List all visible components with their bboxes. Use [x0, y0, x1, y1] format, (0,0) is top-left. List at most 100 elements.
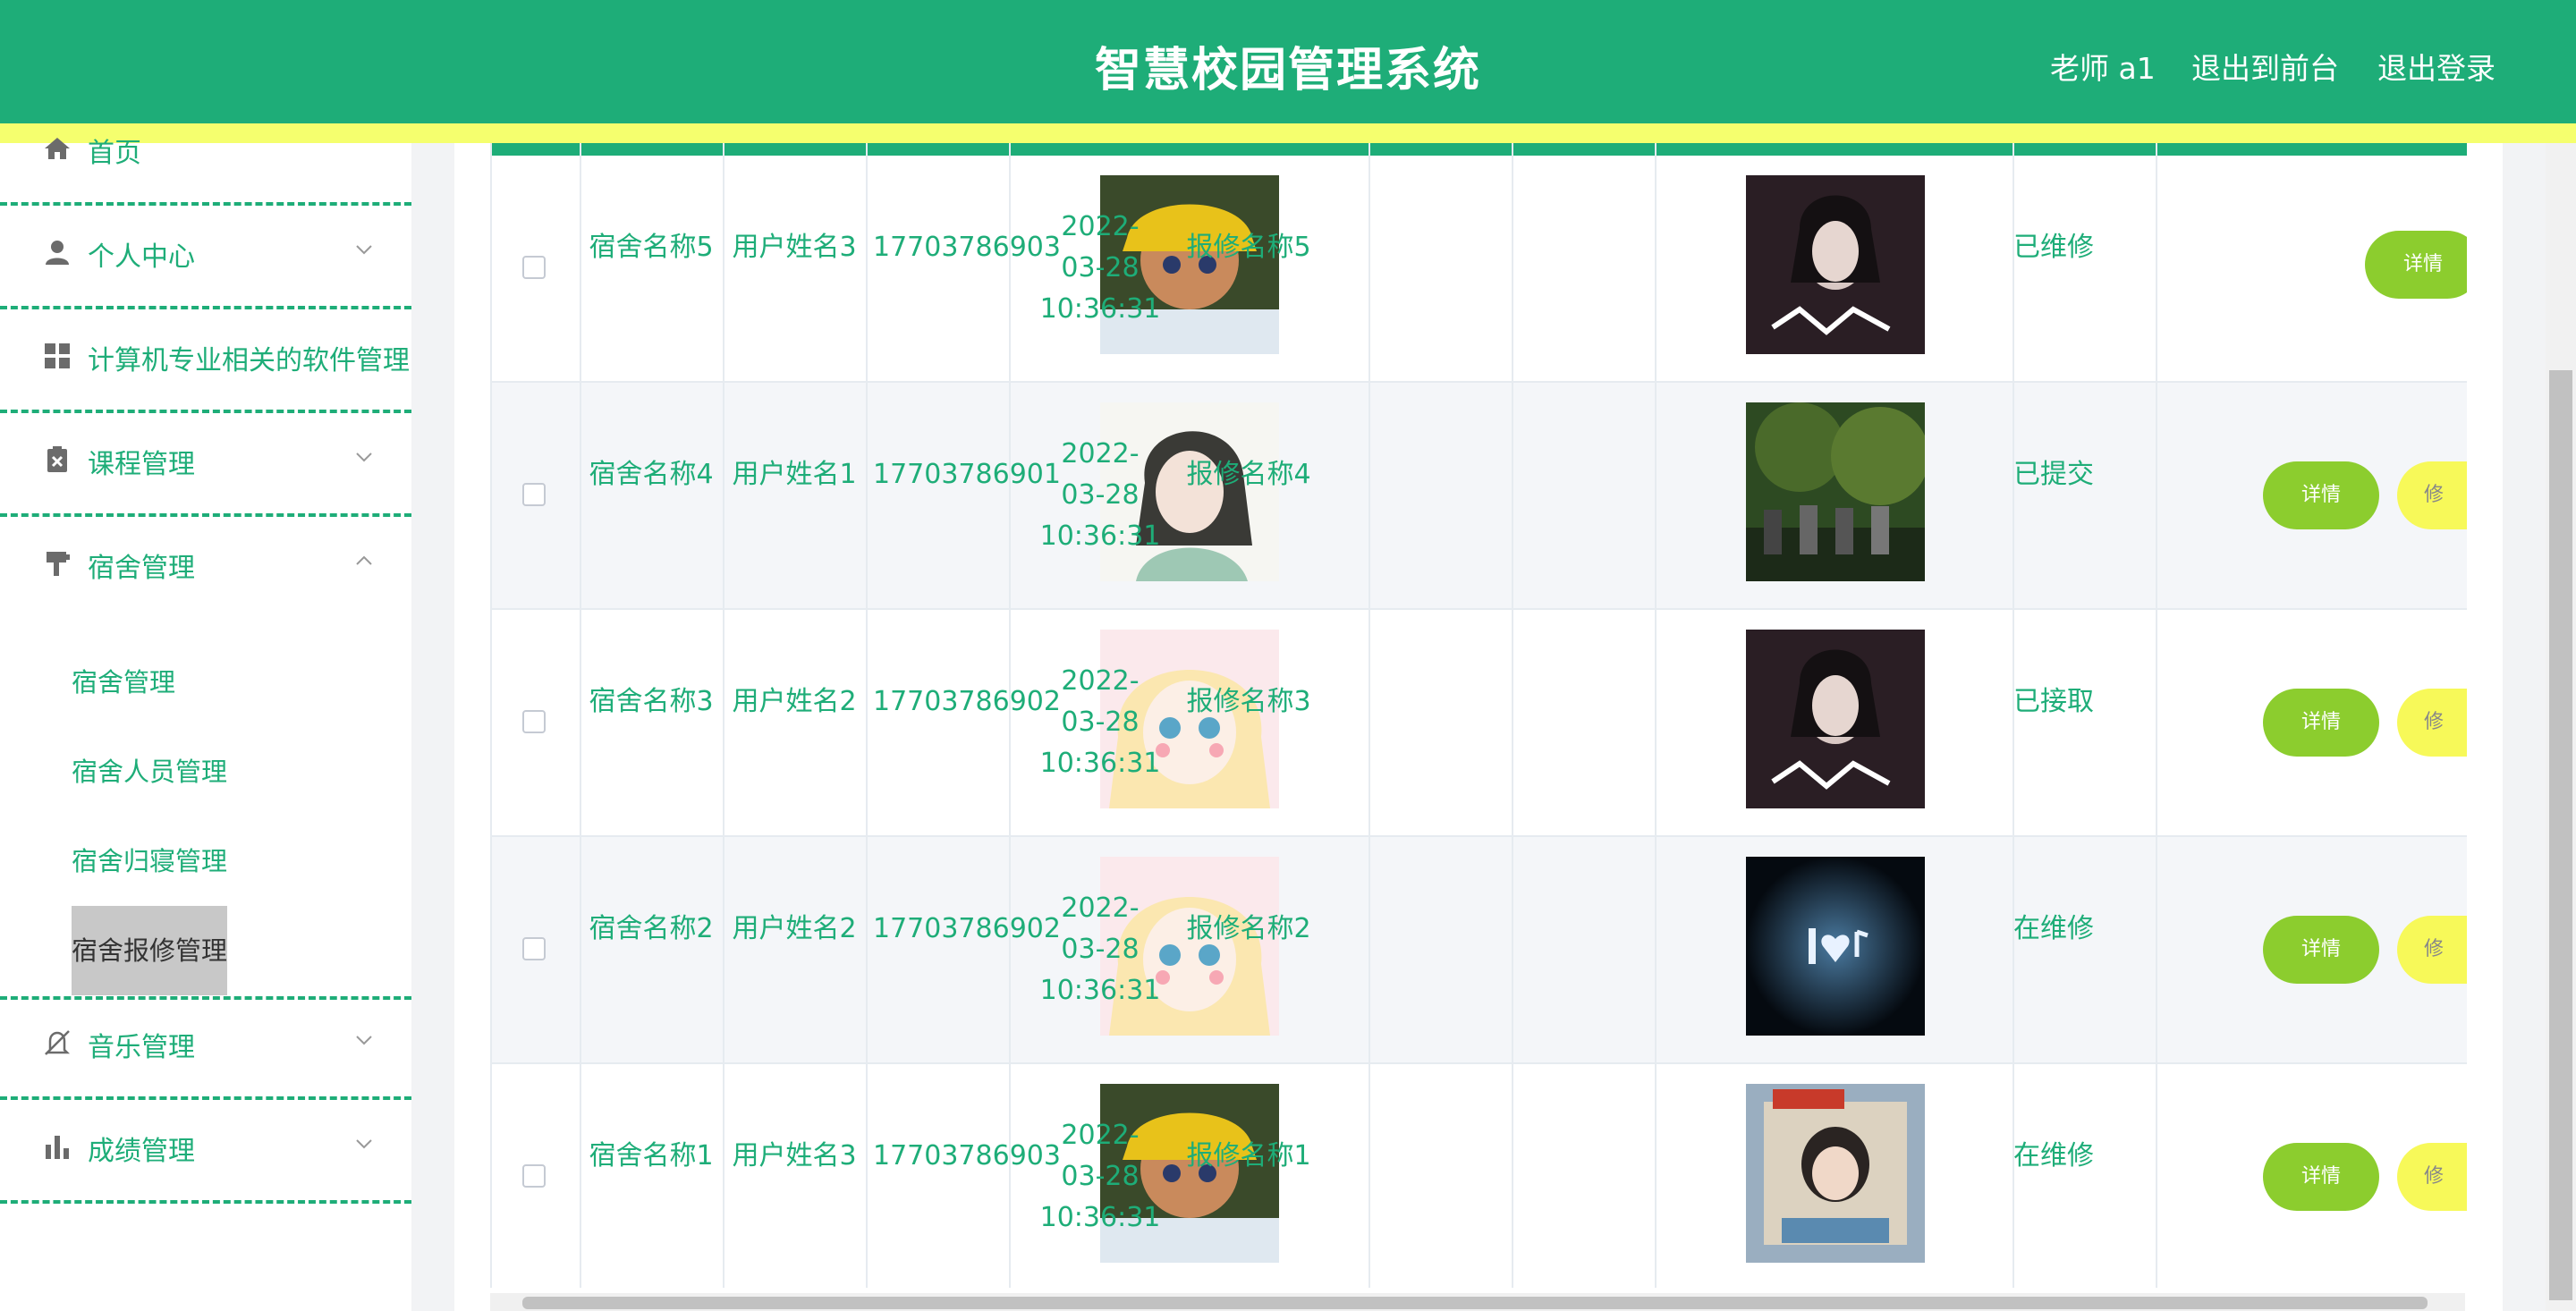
row-checkbox[interactable] — [522, 1164, 546, 1188]
sidebar-item-music[interactable]: 音乐管理 — [0, 996, 411, 1100]
column-divider — [2012, 143, 2014, 1288]
phone-cell: 17703786903 — [873, 232, 1061, 263]
repair-image — [1746, 630, 1925, 808]
user-name-cell: 用户姓名2 — [732, 686, 857, 717]
repair-name-cell: 报修名称2 — [1186, 913, 1311, 944]
chevron-down-icon — [356, 1139, 372, 1149]
sidebar-item-dorm[interactable]: 宿舍管理 — [0, 517, 411, 621]
sidebar-item-course[interactable]: 课程管理 — [0, 413, 411, 517]
sub-item-dorm-return[interactable]: 宿舍归寝管理 — [72, 816, 227, 906]
repair-name-cell: 报修名称5 — [1186, 232, 1311, 263]
detail-button-label: 详情 — [2301, 1165, 2341, 1188]
status-cell: 已接取 — [2013, 686, 2094, 717]
sub-item-dorm-personnel[interactable]: 宿舍人员管理 — [72, 727, 227, 816]
time-cell: 2022-03-28 10:36:31 — [1039, 665, 1161, 779]
app-title: 智慧校园管理系统 — [1094, 44, 1481, 97]
detail-button[interactable]: 详情 — [2263, 916, 2379, 984]
current-user-label: 老师 a1 — [2050, 51, 2156, 86]
time-cell: 2022-03-28 10:36:31 — [1039, 211, 1161, 325]
horizontal-scrollbar-thumb[interactable] — [522, 1297, 2428, 1309]
sidebar-item-software[interactable]: 计算机专业相关的软件管理 — [0, 309, 411, 413]
home-icon — [45, 138, 70, 159]
clipboard-icon — [47, 446, 67, 472]
table-row: 宿舍名称5 用户姓名3 17703786903 2022-03-28 10:36… — [492, 156, 2467, 383]
edit-button[interactable]: 修 — [2397, 461, 2467, 529]
status-cell: 在维修 — [2013, 1140, 2094, 1171]
repair-image — [1746, 1084, 1925, 1263]
brush-icon — [47, 552, 70, 576]
column-divider — [866, 143, 868, 1288]
edit-button-label: 修 — [2424, 938, 2445, 960]
bell-off-icon — [44, 1030, 71, 1055]
sub-item-dorm-manage[interactable]: 宿舍管理 — [72, 638, 175, 727]
status-cell: 在维修 — [2013, 913, 2094, 944]
sidebar-item-home[interactable]: 首页 — [0, 102, 411, 206]
user-name-cell: 用户姓名3 — [732, 232, 857, 263]
chevron-down-icon — [356, 453, 372, 462]
sidebar-item-label: 计算机专业相关的软件管理 — [88, 345, 410, 376]
repair-image — [1746, 175, 1925, 354]
dorm-name-cell: 宿舍名称4 — [589, 459, 714, 490]
edit-button[interactable]: 修 — [2397, 689, 2467, 757]
grid-icon — [45, 343, 70, 368]
dorm-name-cell: 宿舍名称5 — [589, 232, 714, 263]
sidebar-item-label: 课程管理 — [88, 449, 195, 480]
detail-button[interactable]: 详情 — [2263, 1143, 2379, 1211]
repair-image — [1746, 402, 1925, 581]
phone-cell: 17703786901 — [873, 459, 1061, 490]
chevron-down-icon — [356, 1036, 372, 1045]
row-checkbox[interactable] — [522, 483, 546, 506]
sidebar: 首页 个人中心 计算机专业相关的软件管理 课程管理 宿舍管理 宿舍管理 宿舍人员… — [0, 138, 411, 1311]
table-row: 宿舍名称4 用户姓名1 17703786901 2022-03-28 10:36… — [492, 383, 2467, 610]
sidebar-item-label: 成绩管理 — [88, 1136, 195, 1167]
user-name-cell: 用户姓名3 — [732, 1140, 857, 1171]
table-row: 宿舍名称2 用户姓名2 17703786902 2022-03-28 10:36… — [492, 837, 2467, 1064]
bar-chart-icon — [46, 1136, 69, 1159]
phone-cell: 17703786903 — [873, 1140, 1061, 1171]
time-cell: 2022-03-28 10:36:31 — [1039, 1120, 1161, 1233]
row-checkbox[interactable] — [522, 710, 546, 733]
chevron-up-icon — [356, 555, 372, 565]
chevron-down-icon — [356, 245, 372, 255]
sub-item-dorm-repair[interactable]: 宿舍报修管理 — [72, 906, 228, 995]
row-checkbox[interactable] — [522, 937, 546, 960]
detail-button-label: 详情 — [2301, 484, 2341, 506]
phone-cell: 17703786902 — [873, 913, 1061, 944]
edit-button-label: 修 — [2424, 1165, 2445, 1188]
column-divider — [1009, 143, 1011, 1288]
status-cell: 已提交 — [2013, 459, 2094, 490]
table-header-bar — [492, 143, 2467, 156]
column-divider — [1512, 143, 1513, 1288]
repair-name-cell: 报修名称4 — [1186, 459, 1311, 490]
column-divider — [580, 143, 581, 1288]
column-divider — [1655, 143, 1657, 1288]
detail-button[interactable]: 详情 — [2263, 461, 2379, 529]
sidebar-item-label: 个人中心 — [88, 241, 195, 273]
exit-to-front-link[interactable]: 退出到前台 — [2191, 45, 2339, 88]
detail-button-label: 详情 — [2402, 253, 2443, 275]
sidebar-item-label: 音乐管理 — [88, 1032, 195, 1063]
phone-cell: 17703786902 — [873, 686, 1061, 717]
repair-name-cell: 报修名称3 — [1186, 686, 1311, 717]
column-divider — [1368, 143, 1370, 1288]
vertical-scrollbar[interactable] — [2546, 143, 2576, 1311]
time-cell: 2022-03-28 10:36:31 — [1039, 438, 1161, 552]
detail-button[interactable]: 详情 — [2263, 689, 2379, 757]
detail-button[interactable]: 详情 — [2365, 231, 2467, 299]
table-row: 宿舍名称3 用户姓名2 17703786902 2022-03-28 10:36… — [492, 610, 2467, 837]
sidebar-item-label: 宿舍管理 — [88, 553, 195, 584]
row-checkbox[interactable] — [522, 256, 546, 279]
edit-button[interactable]: 修 — [2397, 916, 2467, 984]
sidebar-item-grades[interactable]: 成绩管理 — [0, 1100, 411, 1204]
detail-button-label: 详情 — [2301, 711, 2341, 733]
time-cell: 2022-03-28 10:36:31 — [1039, 892, 1161, 1006]
sidebar-item-personal-center[interactable]: 个人中心 — [0, 206, 411, 309]
dorm-name-cell: 宿舍名称3 — [589, 686, 714, 717]
table-row: 宿舍名称1 用户姓名3 17703786903 2022-03-28 10:36… — [492, 1064, 2467, 1288]
vertical-scrollbar-thumb[interactable] — [2549, 370, 2572, 1300]
edit-button-label: 修 — [2424, 484, 2445, 506]
logout-link[interactable]: 退出登录 — [2377, 45, 2496, 88]
edit-button[interactable]: 修 — [2397, 1143, 2467, 1211]
horizontal-scrollbar[interactable] — [490, 1293, 2465, 1311]
user-name-cell: 用户姓名2 — [732, 913, 857, 944]
